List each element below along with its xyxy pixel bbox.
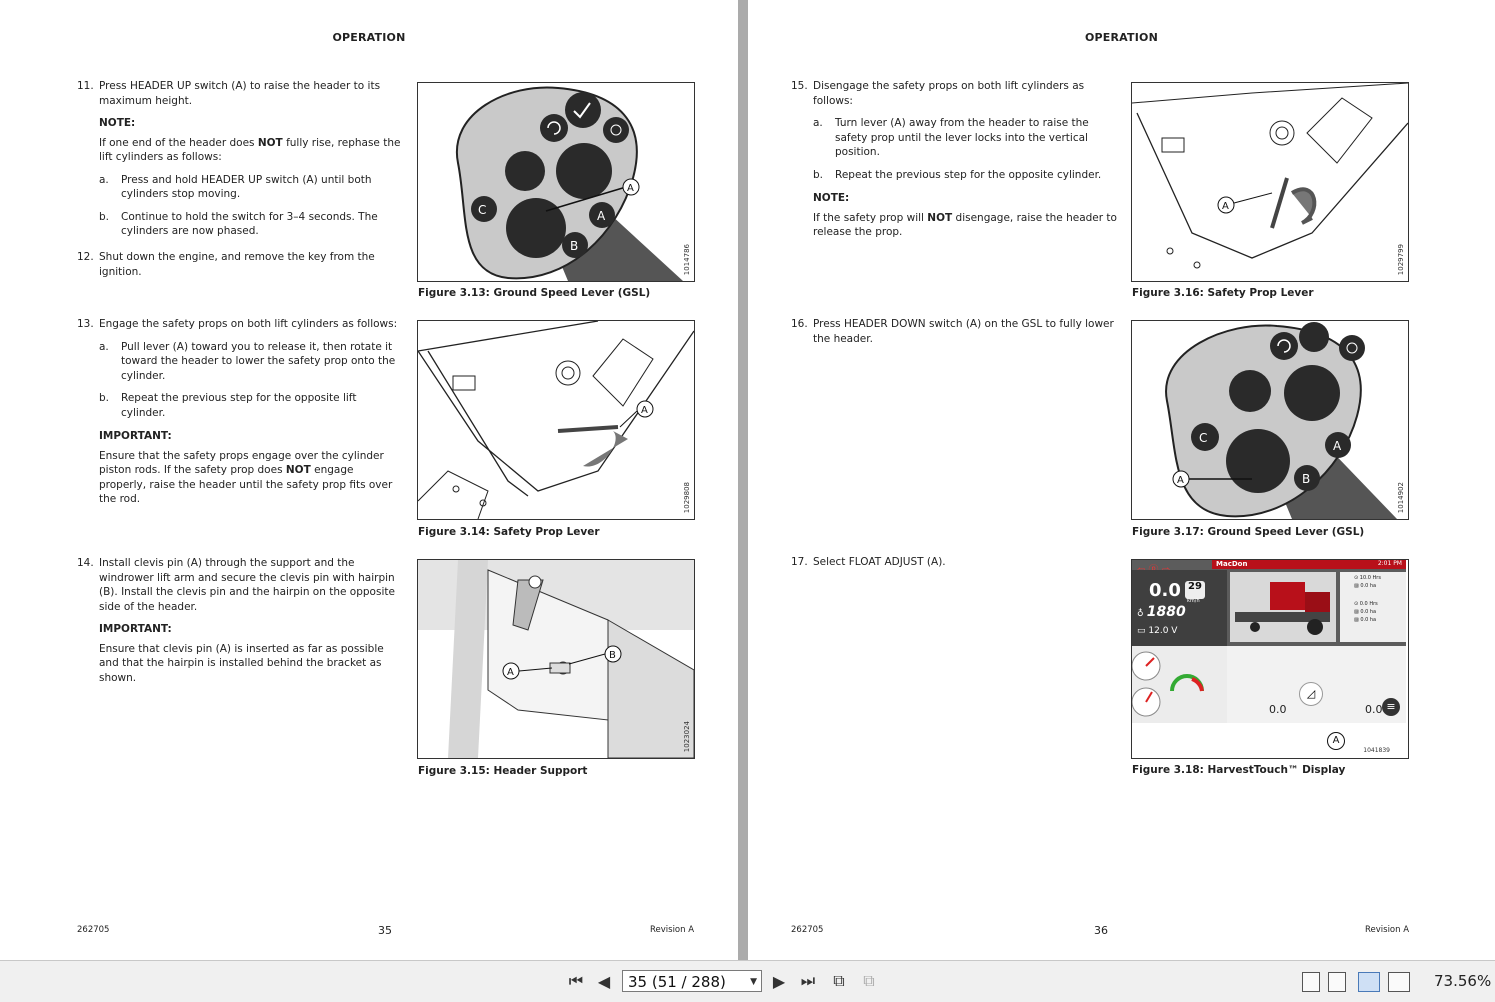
page-number: 35: [378, 924, 392, 937]
page-number: 36: [1094, 924, 1108, 937]
forward-view-icon[interactable]: ⧉: [858, 970, 880, 992]
svg-text:A: A: [1222, 201, 1229, 212]
figure-caption: Figure 3.13: Ground Speed Lever (GSL): [418, 287, 651, 299]
rpm-value: ♁ 1880: [1137, 604, 1186, 620]
svg-text:C: C: [1199, 431, 1207, 445]
doc-number: 262705: [791, 925, 824, 935]
last-page-icon[interactable]: ⏭: [797, 970, 819, 992]
continuous-view-icon[interactable]: [1328, 972, 1346, 992]
float-adjust-button[interactable]: ◿: [1299, 682, 1323, 706]
svg-text:A: A: [627, 183, 634, 194]
substep-a: a. Press and hold HEADER UP switch (A) un…: [99, 173, 372, 201]
svg-text:A: A: [641, 405, 648, 416]
display-screen: MacDon 2:01 PM ⇦ ⓟ ⇨ 0.0 29 km/h ♁ 1880 …: [1132, 560, 1406, 723]
revision: Revision A: [1365, 925, 1410, 935]
step-13: 13. Engage the safety props on both lift…: [77, 317, 402, 507]
svg-text:A: A: [597, 209, 606, 223]
right-page: OPERATION 15. Disengage the safety props…: [748, 0, 1495, 960]
first-page-icon[interactable]: ⏮: [565, 970, 587, 992]
doc-number: 262705: [77, 925, 110, 935]
figure-caption: Figure 3.16: Safety Prop Lever: [1132, 287, 1314, 299]
svg-text:B: B: [1302, 472, 1310, 486]
rpm-icon: ♁: [1137, 609, 1147, 619]
figure-caption: Figure 3.14: Safety Prop Lever: [418, 526, 600, 538]
important-label: IMPORTANT:: [99, 623, 172, 635]
figure-harvesttouch-image: MacDon 2:01 PM ⇦ ⓟ ⇨ 0.0 29 km/h ♁ 1880 …: [1131, 559, 1409, 759]
speed-max: 29: [1185, 581, 1205, 599]
figure-caption: Figure 3.15: Header Support: [418, 765, 588, 777]
substep-b: b. Continue to hold the switch for 3–4 se…: [99, 210, 378, 238]
figure-caption: Figure 3.17: Ground Speed Lever (GSL): [1132, 526, 1365, 538]
two-page-continuous-view-icon[interactable]: [1388, 972, 1410, 992]
important-text: Ensure that clevis pin (A) is inserted a…: [99, 642, 384, 684]
svg-text:C: C: [478, 203, 486, 217]
float-left-value: 0.0: [1269, 703, 1287, 716]
step-11: 11. Press HEADER UP switch (A) to raise …: [77, 80, 401, 238]
figure-caption: Figure 3.18: HarvestTouch™ Display: [1132, 764, 1346, 776]
step-text: Press HEADER UP switch (A) to raise the …: [99, 80, 381, 107]
windrower-image: [1230, 572, 1336, 642]
back-view-icon[interactable]: ⧉: [828, 970, 850, 992]
battery-icon: ▭: [1137, 626, 1146, 636]
important-label: IMPORTANT:: [99, 430, 172, 442]
step-12: 12. Shut down the engine, and remove the…: [77, 251, 375, 278]
figure-safety-prop-image: A 1029808: [417, 320, 695, 520]
clock: 2:01 PM: [1377, 560, 1402, 567]
zoom-level[interactable]: 73.56%: [1434, 972, 1491, 990]
page-header: OPERATION: [1084, 31, 1158, 44]
svg-text:B: B: [570, 239, 578, 253]
substep-a: a. Pull lever (A) toward you to release i…: [99, 340, 396, 382]
figure-gsl-image: A C A B 1014786: [417, 82, 695, 282]
counters-panel: ⊙ 10.0 Hrs ▨ 0.0 ha ⊙ 0.0 Hrs ▨ 0.0 ha ▨…: [1340, 572, 1406, 642]
brand-logo: MacDon: [1216, 560, 1248, 568]
voltage-value: ▭ 12.0 V: [1137, 626, 1178, 636]
note-label: NOTE:: [813, 192, 850, 204]
next-page-icon[interactable]: ▶: [769, 970, 789, 992]
left-page: OPERATION 11. Press HEADER UP switch (A)…: [0, 0, 738, 960]
substep-b: b. Repeat the previous step for the oppos…: [813, 168, 1102, 181]
step-15: 15. Disengage the safety props on both l…: [791, 79, 1121, 240]
previous-page-icon[interactable]: ◀: [594, 970, 614, 992]
two-page-view-icon[interactable]: [1358, 972, 1380, 992]
chevron-down-icon[interactable]: ▼: [750, 971, 757, 993]
step-14: 14. Install clevis pin (A) through the s…: [77, 556, 402, 685]
svg-text:B: B: [609, 650, 616, 661]
float-right-value: 0.0: [1365, 703, 1383, 716]
menu-icon[interactable]: ≡: [1382, 698, 1400, 716]
svg-text:A: A: [1333, 439, 1342, 453]
float-panel: 0.0 0.0 ◿ ≡: [1227, 646, 1406, 723]
substep-a: a. Turn lever (A) away from the header to…: [813, 117, 1089, 158]
note-label: NOTE:: [99, 117, 136, 129]
page-number-field[interactable]: 35 (51 / 288) ▼: [622, 970, 762, 992]
important-text: Ensure that the safety props engage over…: [99, 449, 393, 506]
note-text: If one end of the header does NOT fully …: [99, 136, 401, 164]
callout-a: A: [1327, 732, 1345, 750]
page-header: OPERATION: [332, 31, 406, 44]
step-16: 16. Press HEADER DOWN switch (A) on the …: [791, 318, 1114, 345]
svg-text:A: A: [1177, 475, 1184, 486]
note-text: If the safety prop will NOT disengage, r…: [813, 211, 1117, 239]
figure-id: 1041839: [1363, 747, 1390, 754]
figure-safety-prop-disengage-image: A 1029799: [1131, 82, 1409, 282]
gauges-panel: [1132, 646, 1227, 723]
single-page-view-icon[interactable]: [1302, 972, 1320, 992]
svg-text:A: A: [507, 667, 514, 678]
figure-header-support-image: A B 1023024: [417, 559, 695, 759]
step-17: 17. Select FLOAT ADJUST (A).: [791, 556, 946, 568]
substep-b: b. Repeat the previous step for the oppos…: [99, 392, 357, 419]
speed-value: 0.0: [1149, 580, 1181, 601]
figure-gsl-image: A C A B 1014902: [1131, 320, 1409, 520]
revision: Revision A: [650, 925, 695, 935]
